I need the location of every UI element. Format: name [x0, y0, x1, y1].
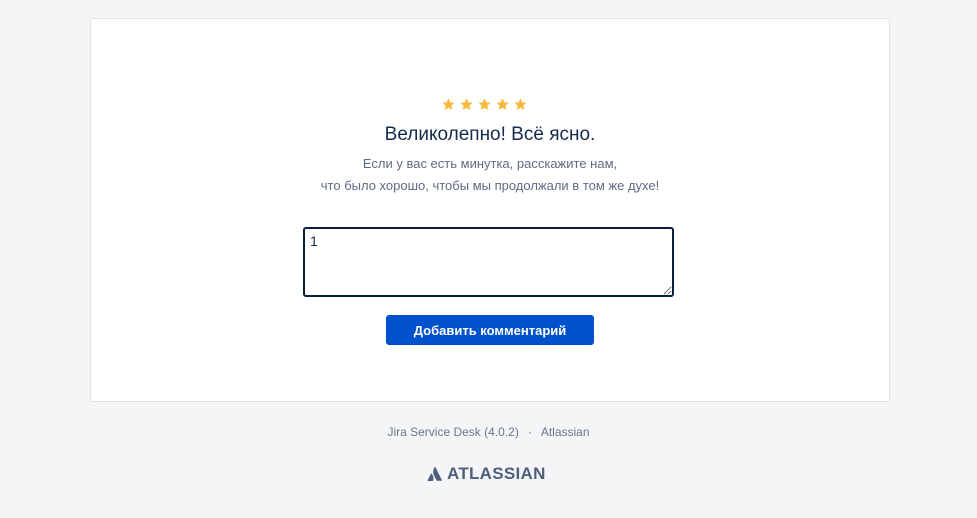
footer-separator: ·	[527, 425, 532, 439]
rating-stars	[441, 97, 528, 112]
star-icon	[442, 98, 455, 110]
star-icon	[460, 98, 473, 110]
star-icon	[514, 98, 527, 110]
feedback-headline: Великолепно! Всё ясно.	[384, 124, 596, 145]
footer-credits: Jira Service Desk (4.0.2) · Atlassian	[0, 425, 977, 439]
feedback-prompt-line: Если у вас есть минутка, расскажите нам,	[362, 156, 618, 171]
star-icon	[496, 98, 509, 110]
star-icon	[478, 98, 491, 110]
add-comment-button[interactable]: Добавить комментарий	[386, 315, 594, 345]
product-version: Jira Service Desk (4.0.2)	[387, 425, 519, 439]
feedback-prompt-line: что было хорошо, чтобы мы продолжали в т…	[320, 178, 660, 193]
atlassian-wordmark: ATLASSIAN	[447, 464, 546, 483]
atlassian-logo[interactable]: ATLASSIAN	[427, 464, 546, 484]
atlassian-logo-icon	[427, 466, 442, 481]
atlassian-link[interactable]: Atlassian	[541, 425, 590, 439]
feedback-card: Великолепно! Всё ясно. Если у вас есть м…	[90, 18, 890, 402]
feedback-prompt: Если у вас есть минутка, расскажите нам,…	[91, 153, 889, 197]
comment-textarea[interactable]: 1	[303, 227, 674, 297]
